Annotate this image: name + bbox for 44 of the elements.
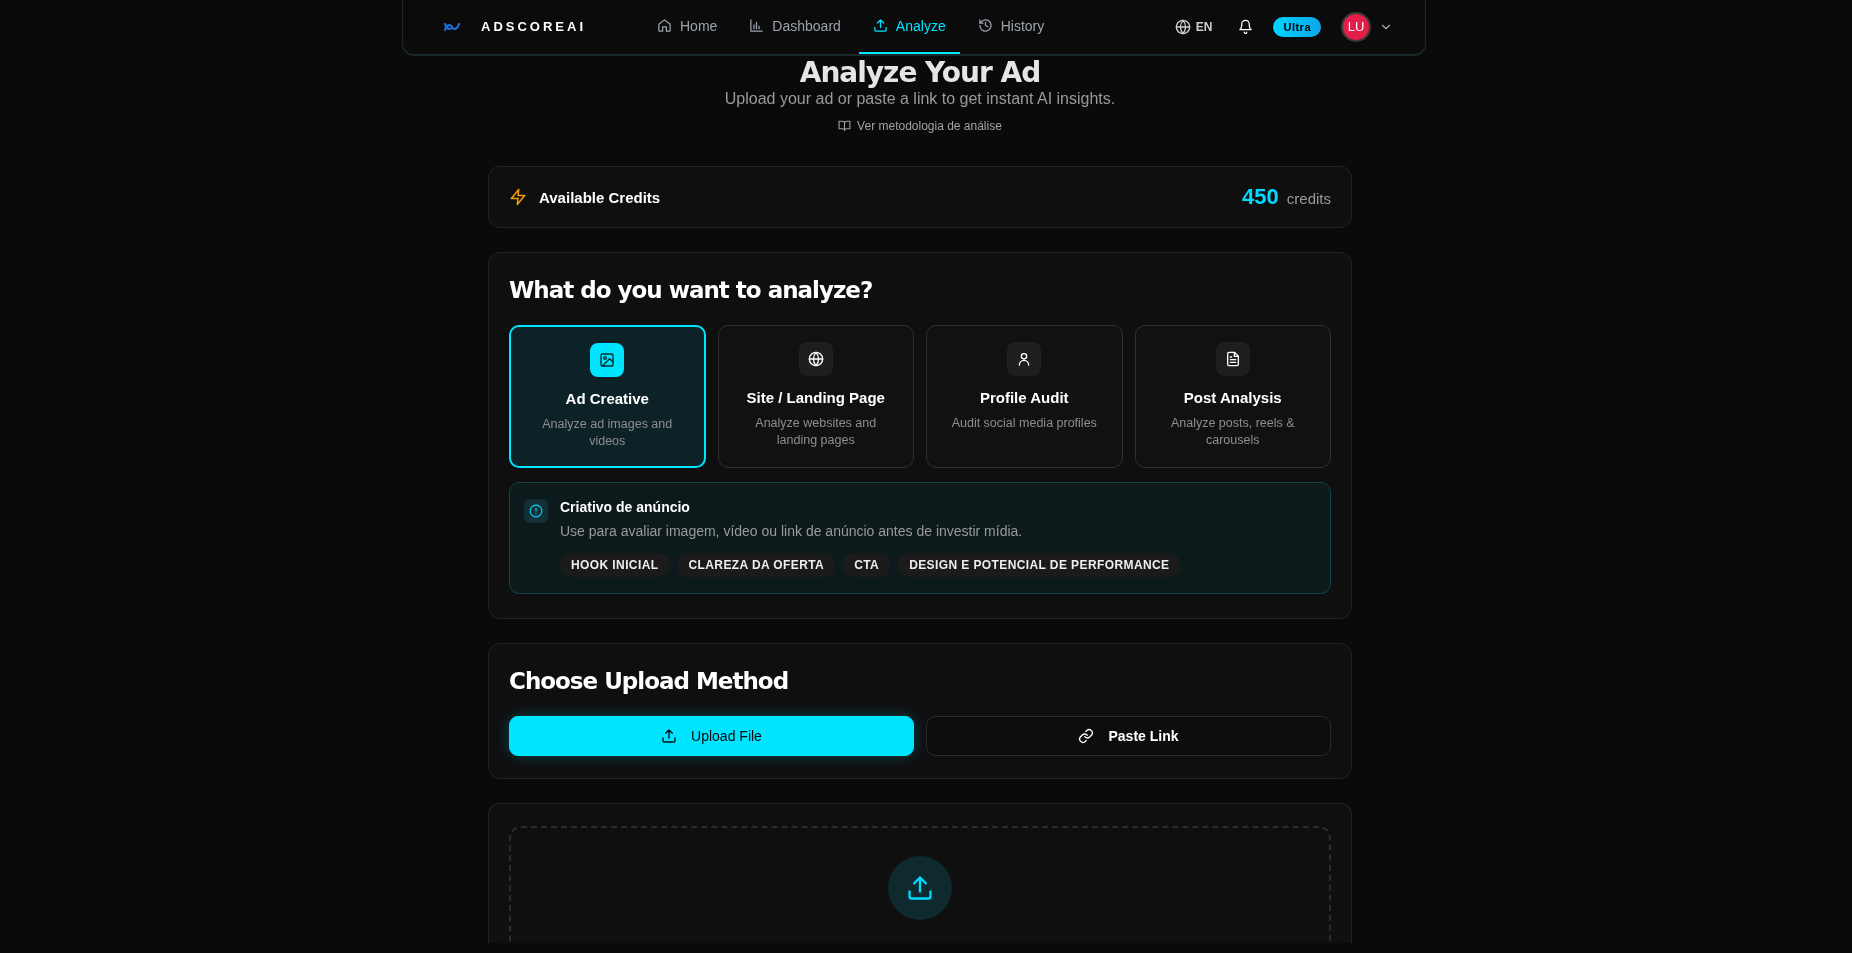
upload-method-button[interactable]: Upload File (509, 716, 914, 756)
info-description: Use para avaliar imagem, vídeo ou link de anúncio antes de investir mídia. (560, 523, 1024, 539)
criteria-tag: CTA (843, 553, 891, 577)
nav-link[interactable]: Dashboard (735, 0, 855, 54)
section-heading: Choose Upload Method (509, 668, 790, 694)
lightning-icon (509, 188, 527, 206)
criteria-tag: CLAREZA DA OFERTA (677, 553, 836, 577)
notification-icon[interactable] (1238, 19, 1254, 34)
page-subtitle: Upload your ad or paste a link to get instant AI insights. (723, 90, 1117, 108)
plan-badge: Ultra (1273, 16, 1321, 37)
avatar: LU (1341, 11, 1371, 42)
document-icon (1215, 342, 1250, 376)
user-icon (1007, 342, 1042, 376)
methodology-link[interactable]: Ver metodologia de análise (838, 118, 1002, 133)
criteria-tag: HOOK INICIAL (560, 553, 670, 577)
page-title: Analyze Your Ad (798, 58, 1042, 88)
credits-label: Available Credits (539, 188, 662, 206)
link-icon (1078, 728, 1095, 744)
globe-icon (798, 342, 833, 376)
language-selector[interactable]: EN (1168, 17, 1219, 36)
book-icon (838, 119, 852, 132)
history-icon (977, 18, 993, 33)
criteria-tag: DESIGN E POTENCIAL DE PERFORMANCE (898, 553, 1181, 577)
upload-method-button[interactable]: Paste Link (926, 716, 1331, 756)
analysis-type-option[interactable]: Ad Creative Analyze ad images and videos (509, 325, 706, 468)
nav-link[interactable]: History (963, 0, 1059, 54)
bar-chart-icon (749, 18, 765, 33)
info-title: Criativo de anúncio (560, 499, 691, 515)
brand-name: ADSCOREAI (481, 19, 586, 34)
user-menu[interactable]: LU (1341, 11, 1393, 42)
analysis-type-option[interactable]: Site / Landing Page Analyze websites and landing pages (717, 325, 914, 468)
analysis-type-option[interactable]: Post Analysis Analyze posts, reels & carousels (1134, 325, 1331, 468)
upload-icon (661, 728, 678, 744)
nav-link[interactable]: Analyze (858, 0, 960, 54)
section-heading: What do you want to analyze? (509, 277, 874, 303)
info-icon (524, 499, 548, 523)
globe-icon (1174, 18, 1191, 35)
analysis-type-option[interactable]: Profile Audit Audit social media profiles (926, 325, 1123, 468)
credits-amount: 450 (1242, 184, 1279, 210)
image-icon (590, 343, 625, 377)
upload-icon (872, 18, 888, 33)
home-icon (657, 18, 672, 33)
nav-link[interactable]: Home (643, 0, 732, 54)
credits-unit: credits (1286, 190, 1331, 207)
